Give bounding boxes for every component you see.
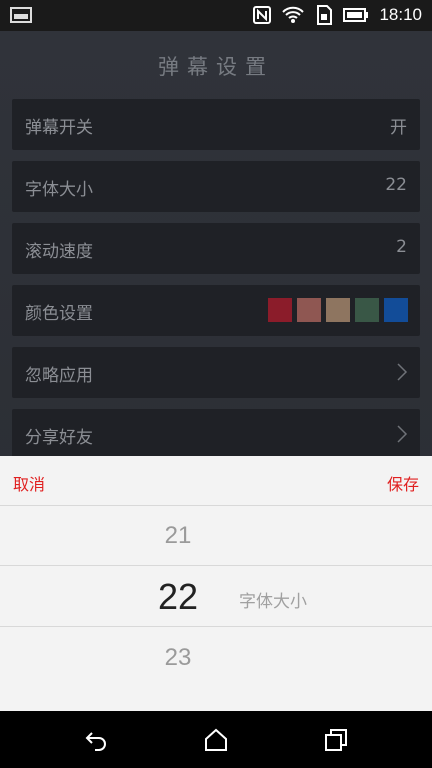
setting-label: 颜色设置 bbox=[25, 304, 93, 324]
setting-label: 滚动速度 bbox=[25, 242, 93, 262]
gallery-notification-icon bbox=[10, 7, 32, 23]
color-swatch[interactable] bbox=[297, 298, 321, 322]
wifi-icon bbox=[281, 5, 305, 25]
back-icon[interactable] bbox=[83, 727, 109, 753]
setting-value: 开 bbox=[390, 118, 407, 138]
picker-divider bbox=[0, 626, 432, 627]
setting-row-danmaku-toggle[interactable]: 弹幕开关 开 bbox=[12, 99, 420, 150]
picker-header: 取消 保存 bbox=[0, 456, 432, 506]
status-icons: 18:10 bbox=[253, 5, 422, 25]
picker-option-next[interactable]: 23 bbox=[0, 644, 356, 672]
navigation-bar bbox=[0, 711, 432, 768]
setting-value: 22 bbox=[385, 175, 407, 195]
setting-label: 分享好友 bbox=[25, 428, 93, 448]
color-swatch[interactable] bbox=[384, 298, 408, 322]
setting-label: 弹幕开关 bbox=[25, 118, 93, 138]
battery-icon bbox=[343, 8, 369, 22]
setting-value: 2 bbox=[396, 237, 407, 257]
color-swatch[interactable] bbox=[326, 298, 350, 322]
setting-label: 忽略应用 bbox=[25, 366, 93, 386]
status-bar: 18:10 bbox=[0, 0, 432, 31]
picker-divider bbox=[0, 565, 432, 566]
setting-label: 字体大小 bbox=[25, 180, 93, 200]
picker-option-prev[interactable]: 21 bbox=[0, 522, 356, 550]
font-size-picker: 取消 保存 21 22 字体大小 23 bbox=[0, 456, 432, 711]
color-swatch[interactable] bbox=[355, 298, 379, 322]
recents-icon[interactable] bbox=[323, 727, 349, 753]
setting-row-font-size[interactable]: 字体大小 22 bbox=[12, 161, 420, 212]
chevron-right-icon bbox=[396, 362, 408, 386]
sim-card-icon bbox=[315, 5, 333, 25]
save-button[interactable]: 保存 bbox=[387, 471, 419, 495]
setting-row-share[interactable]: 分享好友 bbox=[12, 409, 420, 460]
setting-row-color[interactable]: 颜色设置 bbox=[12, 285, 420, 336]
setting-row-ignore-apps[interactable]: 忽略应用 bbox=[12, 347, 420, 398]
picker-unit-label: 字体大小 bbox=[239, 592, 307, 612]
clock: 18:10 bbox=[379, 5, 422, 24]
nfc-icon bbox=[253, 6, 272, 24]
color-swatches bbox=[268, 298, 408, 322]
home-icon[interactable] bbox=[203, 727, 229, 753]
cancel-button[interactable]: 取消 bbox=[13, 471, 45, 495]
page-title: 弹幕设置 bbox=[158, 55, 274, 79]
chevron-right-icon bbox=[396, 424, 408, 448]
setting-row-scroll-speed[interactable]: 滚动速度 2 bbox=[12, 223, 420, 274]
color-swatch[interactable] bbox=[268, 298, 292, 322]
